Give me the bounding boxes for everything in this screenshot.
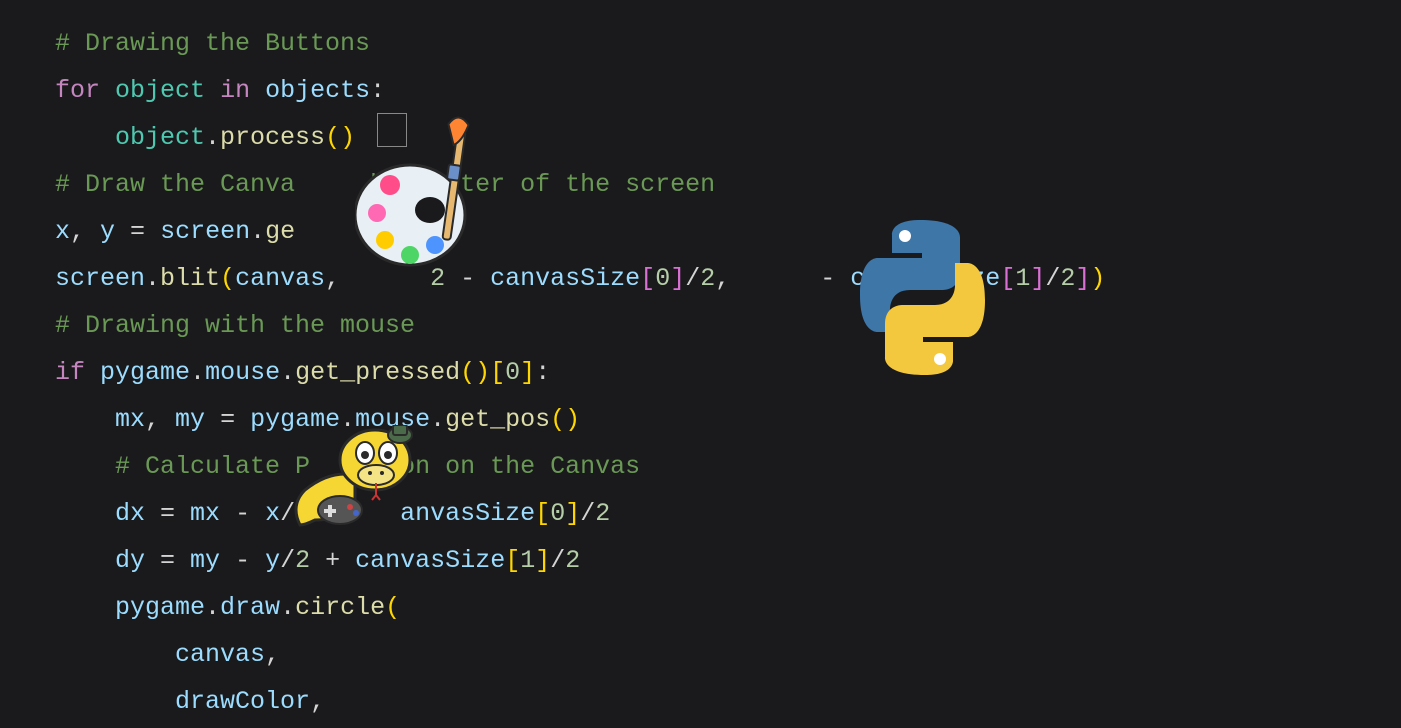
identifier: pygame xyxy=(100,358,190,387)
keyword-in: in xyxy=(220,76,250,105)
method-call: blit xyxy=(160,264,220,293)
method-call: get_pressed xyxy=(295,358,460,387)
method-call: process xyxy=(220,123,325,152)
number-literal: 0 xyxy=(550,499,565,528)
keyword-if: if xyxy=(55,358,85,387)
operator: + xyxy=(325,546,340,575)
number-literal: 2 xyxy=(1060,264,1075,293)
number-literal: 0 xyxy=(655,264,670,293)
code-line[interactable]: # Drawing with the mouse xyxy=(55,302,1401,349)
method-call: circle xyxy=(295,593,385,622)
identifier: canvas xyxy=(175,640,265,669)
identifier: draw xyxy=(220,593,280,622)
identifier: my xyxy=(190,546,220,575)
number-literal: 1 xyxy=(1015,264,1030,293)
comment-text: # Draw the Canva xyxy=(55,170,295,199)
identifier: dy xyxy=(115,546,145,575)
identifier: drawColor xyxy=(175,687,310,716)
identifier: screen xyxy=(160,217,250,246)
python-logo-icon xyxy=(860,215,985,380)
method-call: ge xyxy=(265,217,295,246)
identifier: canvasSize xyxy=(355,546,505,575)
code-line[interactable]: # Draw the Canva he center of the screen xyxy=(55,161,1401,208)
code-line[interactable]: screen.blit(canvas, 2 - canvasSize[0]/2,… xyxy=(55,255,1401,302)
code-line[interactable]: # Drawing the Buttons xyxy=(55,20,1401,67)
identifier: x xyxy=(265,499,280,528)
code-line[interactable]: dx = mx - x/2 anvasSize[0]/2 xyxy=(55,490,1401,537)
code-line[interactable]: # Calculate P on on the Canvas xyxy=(55,443,1401,490)
identifier: object xyxy=(115,76,205,105)
identifier: canvas xyxy=(235,264,325,293)
code-line[interactable]: x, y = screen.ge () xyxy=(55,208,1401,255)
number-literal: 2 xyxy=(295,546,310,575)
identifier: mx xyxy=(190,499,220,528)
comment-text: on on the Canvas xyxy=(400,452,640,481)
pygame-snake-icon xyxy=(280,425,435,545)
code-line[interactable]: mx, my = pygame.mouse.get_pos() xyxy=(55,396,1401,443)
code-line[interactable]: canvas, xyxy=(55,631,1401,678)
code-line[interactable]: if pygame.mouse.get_pressed()[0]: xyxy=(55,349,1401,396)
identifier: x xyxy=(55,217,70,246)
comment-text: # Drawing the Buttons xyxy=(55,29,370,58)
method-call: get_pos xyxy=(445,405,550,434)
identifier: canvasSize xyxy=(490,264,640,293)
identifier: mx xyxy=(115,405,145,434)
number-literal: 1 xyxy=(520,546,535,575)
identifier: pygame xyxy=(115,593,205,622)
identifier: mouse xyxy=(205,358,280,387)
comment-text: # Drawing with the mouse xyxy=(55,311,415,340)
number-literal: 2 xyxy=(700,264,715,293)
identifier: y xyxy=(100,217,115,246)
identifier: screen xyxy=(55,264,145,293)
number-literal: 2 xyxy=(565,546,580,575)
code-line[interactable]: object.process() xyxy=(55,114,1401,161)
code-line[interactable]: pygame.draw.circle( xyxy=(55,584,1401,631)
paint-palette-icon xyxy=(355,115,495,280)
code-editor-viewport[interactable]: # Drawing the Buttons for object in obje… xyxy=(0,0,1401,725)
identifier: dx xyxy=(115,499,145,528)
identifier: y xyxy=(265,546,280,575)
code-line[interactable]: drawColor, xyxy=(55,678,1401,725)
identifier: objects xyxy=(265,76,370,105)
keyword-for: for xyxy=(55,76,100,105)
code-line[interactable]: dy = my - y/2 + canvasSize[1]/2 xyxy=(55,537,1401,584)
identifier: object xyxy=(115,123,205,152)
number-literal: 2 xyxy=(595,499,610,528)
identifier: my xyxy=(175,405,205,434)
code-line[interactable]: for object in objects: xyxy=(55,67,1401,114)
number-literal: 0 xyxy=(505,358,520,387)
